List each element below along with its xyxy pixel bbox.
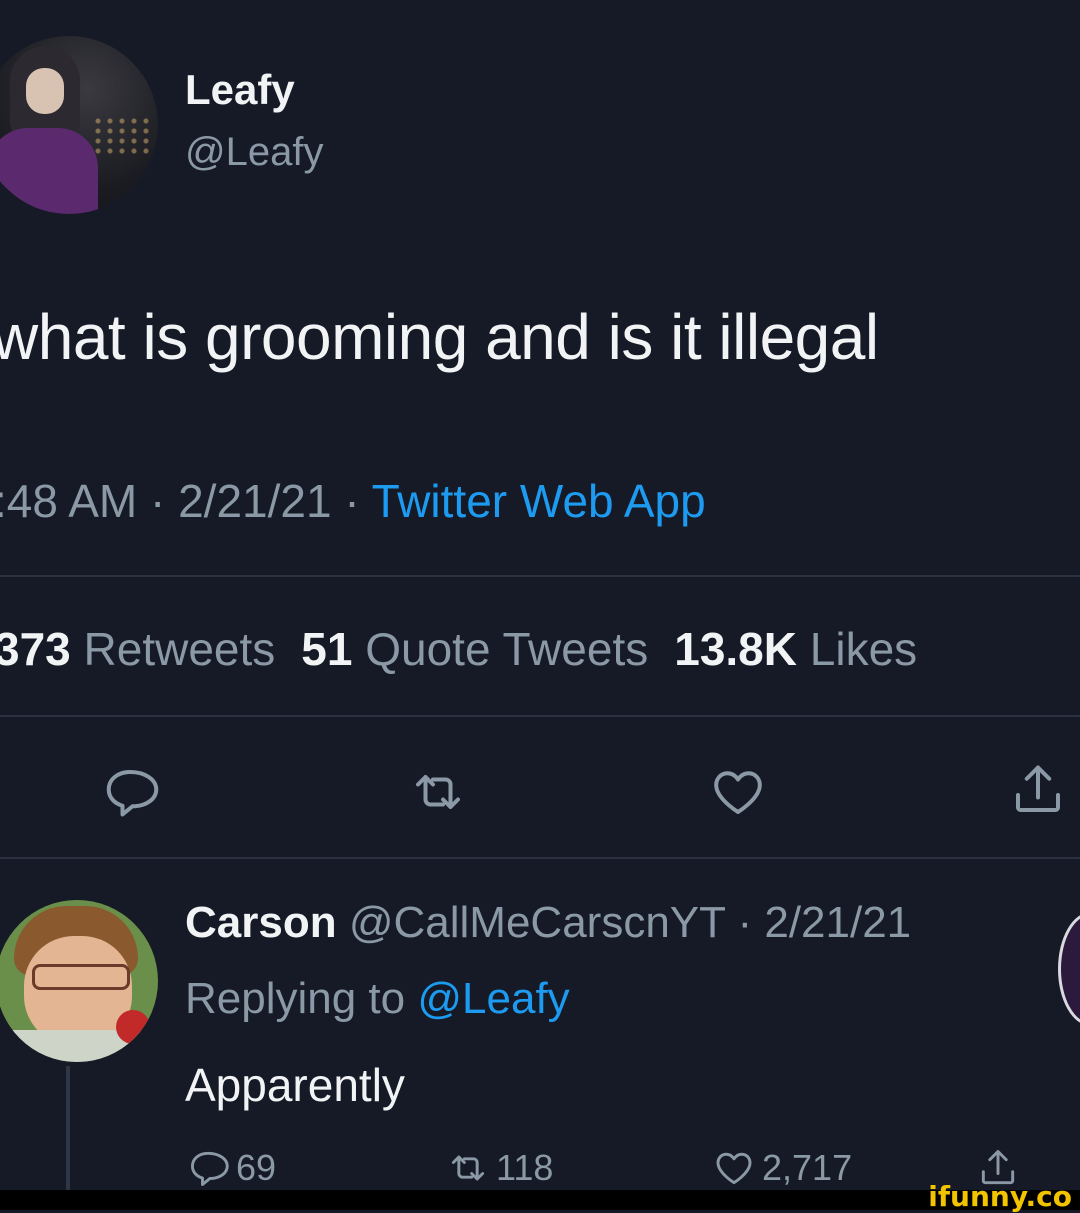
reply-icon bbox=[190, 1151, 229, 1186]
retweet-icon bbox=[416, 775, 460, 809]
footer-bar bbox=[0, 1190, 1080, 1210]
likes-stat[interactable]: 13.8K Likes bbox=[674, 623, 917, 675]
likes-label: Likes bbox=[809, 623, 918, 675]
reply-date[interactable]: 2/21/21 bbox=[764, 898, 911, 947]
like-icon bbox=[714, 771, 762, 814]
author-handle[interactable]: @Leafy bbox=[185, 130, 323, 175]
share-button[interactable] bbox=[1008, 760, 1068, 820]
reply-reply-button[interactable]: 69 bbox=[186, 1146, 276, 1190]
reply-reply-count: 69 bbox=[236, 1147, 277, 1188]
reply-like-button[interactable]: 2,717 bbox=[712, 1146, 852, 1190]
reply-retweet-button[interactable]: 118 bbox=[446, 1146, 553, 1190]
tweet-date[interactable]: 2/21/21 bbox=[178, 475, 331, 527]
reply-button[interactable] bbox=[100, 762, 160, 822]
edge-avatar[interactable] bbox=[1058, 912, 1080, 1026]
replying-to-line: Replying to @Leafy bbox=[185, 974, 570, 1024]
share-icon bbox=[1016, 765, 1060, 812]
separator: · bbox=[737, 898, 753, 947]
watermark: ifunny.co bbox=[928, 1180, 1072, 1213]
like-icon bbox=[716, 1152, 752, 1185]
retweets-count: 373 bbox=[0, 623, 71, 675]
author-display-name[interactable]: Leafy bbox=[185, 66, 295, 114]
divider bbox=[0, 857, 1080, 859]
separator: · bbox=[149, 475, 166, 527]
thread-line bbox=[66, 1066, 70, 1190]
reply-like-count: 2,717 bbox=[762, 1147, 853, 1188]
reply-text: Apparently bbox=[185, 1059, 405, 1111]
divider bbox=[0, 715, 1080, 717]
tweet-text: what is grooming and is it illegal bbox=[0, 301, 879, 373]
reply-icon bbox=[106, 770, 159, 817]
retweet-button[interactable] bbox=[408, 762, 468, 822]
quotes-count: 51 bbox=[301, 623, 353, 675]
author-avatar[interactable] bbox=[0, 36, 158, 214]
reply-author-avatar[interactable] bbox=[0, 900, 158, 1062]
likes-count: 13.8K bbox=[674, 623, 797, 675]
replying-prefix: Replying to bbox=[185, 974, 406, 1023]
reply-author-name[interactable]: Carson bbox=[185, 898, 337, 947]
tweet-time: :48 AM bbox=[0, 475, 138, 527]
separator: · bbox=[344, 475, 360, 527]
quotes-label: Quote Tweets bbox=[365, 623, 649, 675]
quotes-stat[interactable]: 51 Quote Tweets bbox=[301, 623, 648, 675]
tweet-meta: :48 AM · 2/21/21 · Twitter Web App bbox=[0, 474, 706, 528]
like-button[interactable] bbox=[708, 762, 768, 822]
tweet-source[interactable]: Twitter Web App bbox=[372, 475, 706, 527]
replying-to-mention[interactable]: @Leafy bbox=[417, 974, 569, 1023]
reply-author-handle[interactable]: @CallMeCarscnYT bbox=[349, 898, 725, 947]
tweet-stats: 373 Retweets 51 Quote Tweets 13.8K Likes bbox=[0, 622, 917, 676]
reply-header: Carson @CallMeCarscnYT · 2/21/21 bbox=[185, 898, 911, 948]
reply-retweet-count: 118 bbox=[496, 1147, 554, 1188]
retweet-icon bbox=[451, 1155, 485, 1181]
retweets-stat[interactable]: 373 Retweets bbox=[0, 623, 275, 675]
divider bbox=[0, 575, 1080, 577]
retweets-label: Retweets bbox=[83, 623, 276, 675]
